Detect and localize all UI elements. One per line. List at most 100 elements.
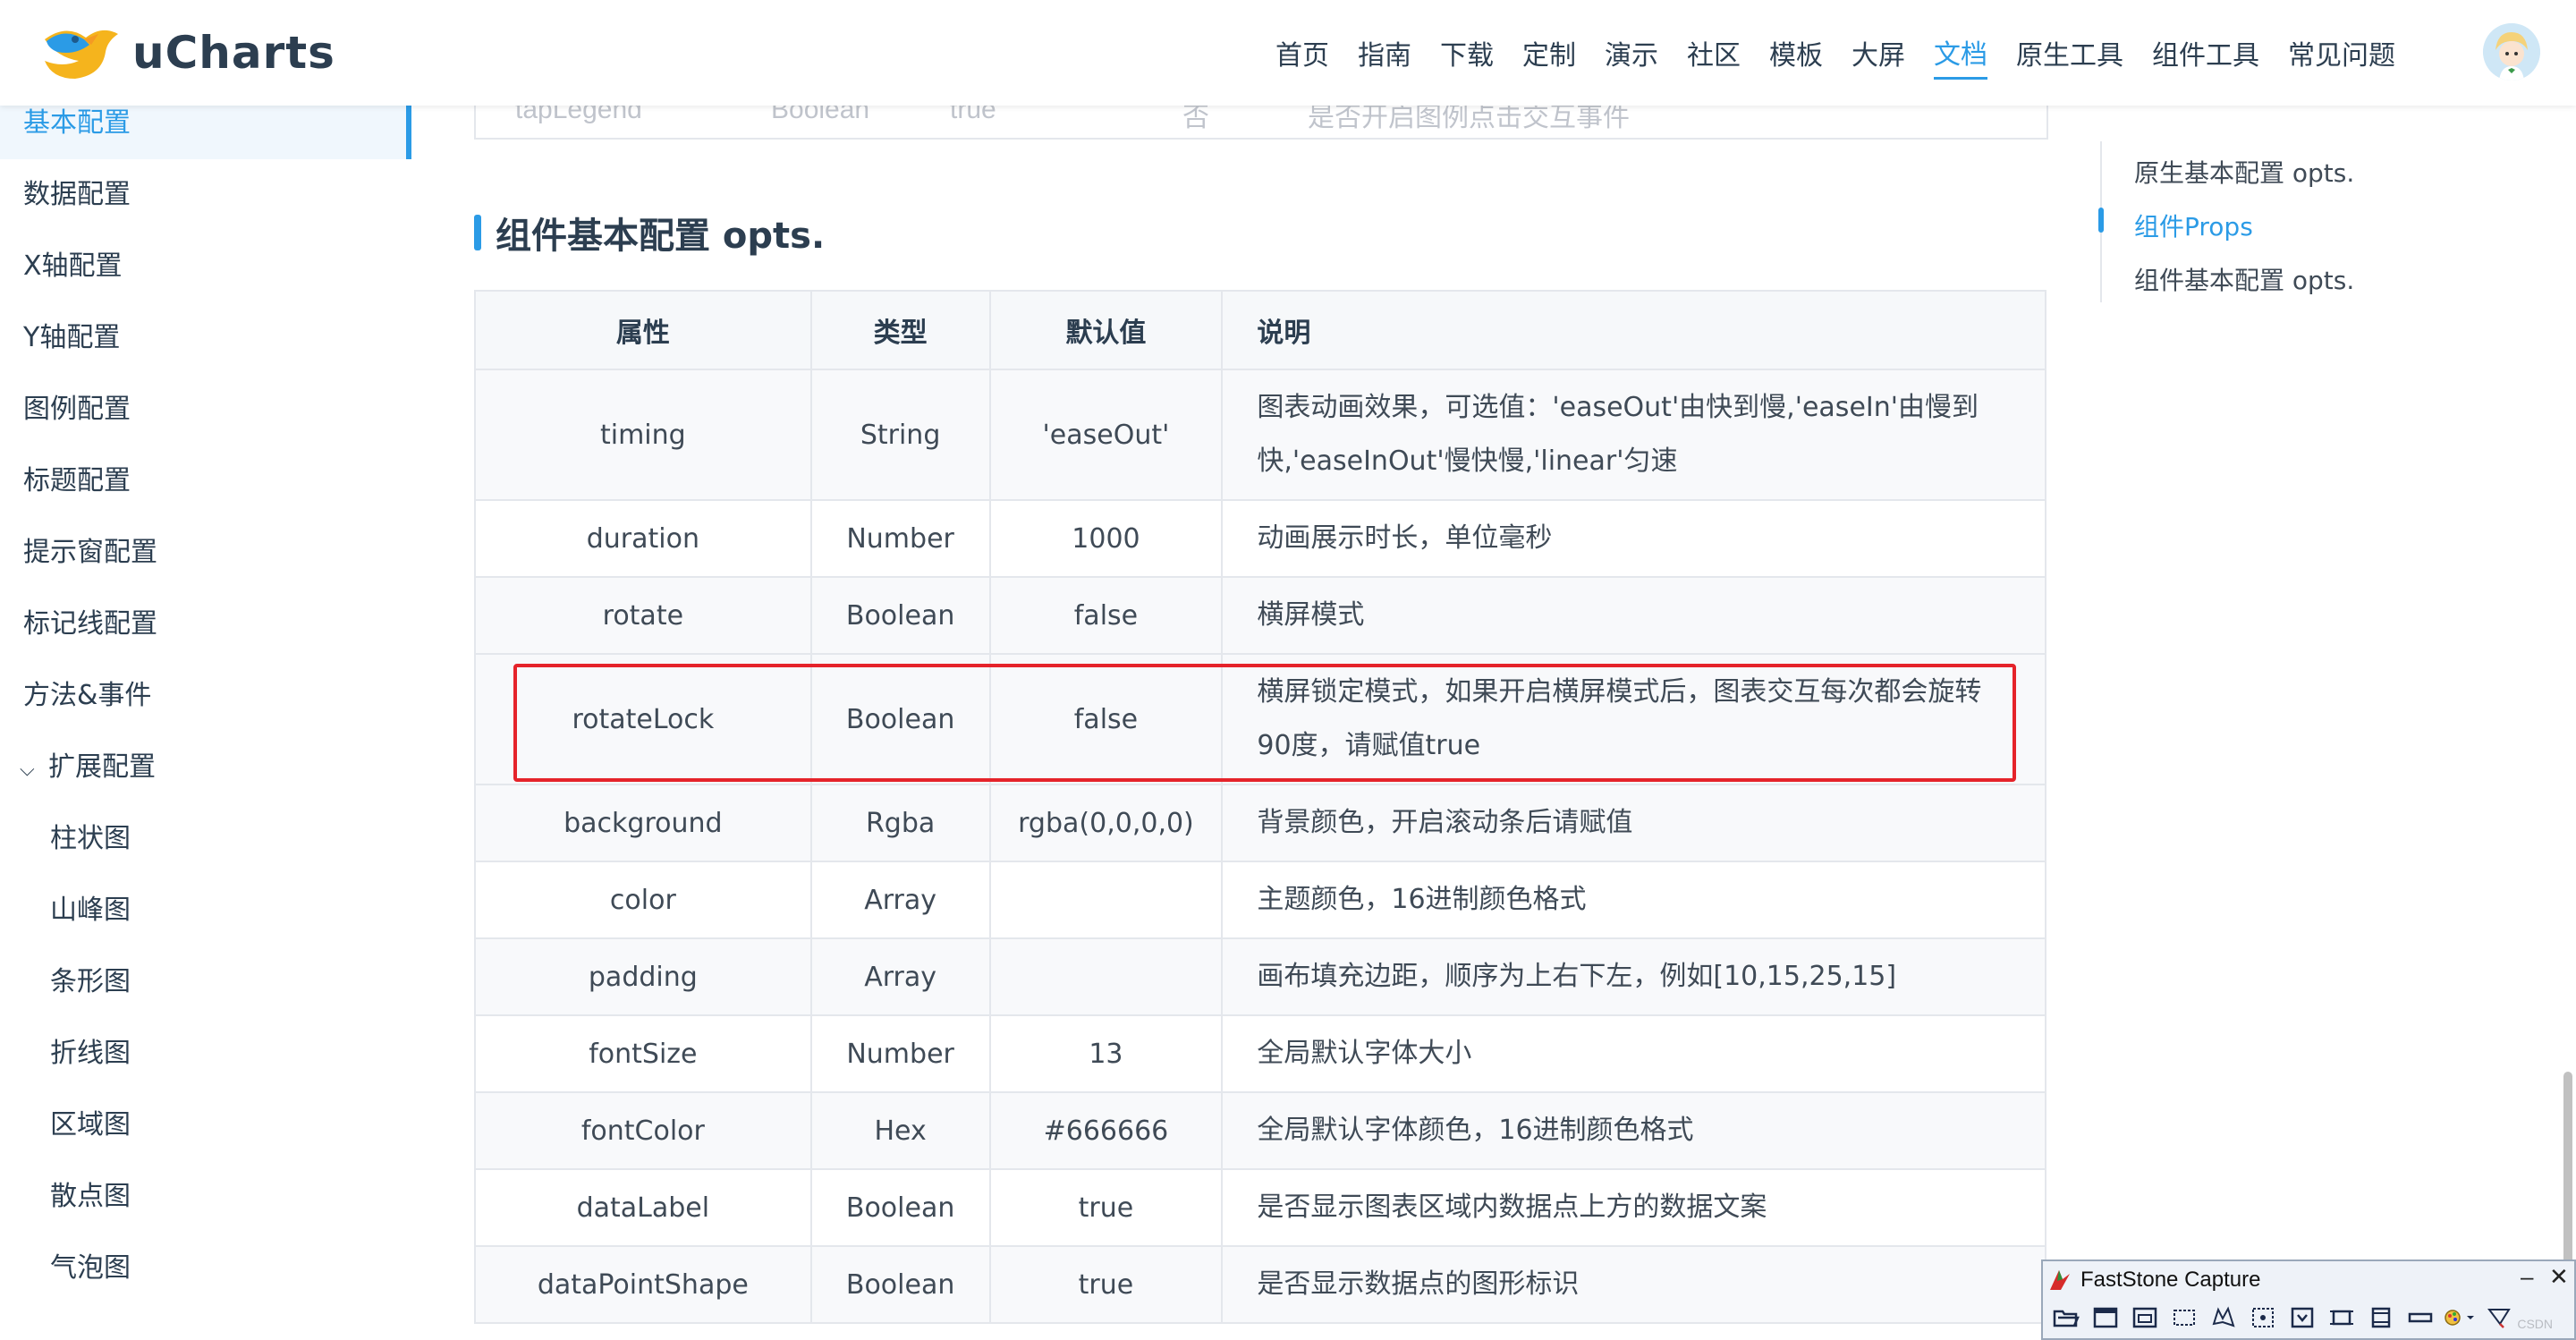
sidebar-item-label: X轴配置 — [23, 250, 123, 282]
page-scrollbar[interactable] — [2560, 106, 2576, 1340]
user-avatar[interactable] — [2483, 23, 2540, 81]
cell-default: 13 — [988, 1014, 1224, 1093]
toc-item[interactable]: 组件基本配置 opts. — [2134, 261, 2354, 297]
section-heading-text: 组件基本配置 opts. — [496, 216, 826, 257]
cell-type: Rgba — [809, 784, 991, 862]
heading-accent-bar — [474, 215, 481, 250]
sidebar-item[interactable]: 提示窗配置 — [0, 517, 411, 589]
table-row: color Array 主题颜色，16进制颜色格式 — [474, 861, 2046, 939]
sidebar-item[interactable]: 山峰图 — [0, 875, 411, 946]
cell-type: Number — [809, 499, 991, 578]
toc-active-indicator — [2098, 208, 2104, 233]
table-row: padding Array 画布填充边距，顺序为上右下左，例如[10,15,25,1… — [474, 937, 2046, 1016]
sidebar-item[interactable]: 基本配置 — [0, 106, 411, 159]
sidebar-item[interactable]: 方法&事件 — [0, 660, 411, 732]
sidebar-item[interactable]: 图例配置 — [0, 374, 411, 445]
cell-type: String — [809, 369, 991, 501]
sidebar-item[interactable]: Y轴配置 — [0, 302, 411, 374]
sidebar-item[interactable]: 标记线配置 — [0, 589, 411, 660]
cell-type: Array — [809, 937, 991, 1016]
cell-desc: 全局默认字体大小 — [1221, 1014, 2046, 1093]
video-capture-icon[interactable] — [2402, 1302, 2438, 1334]
nav-item-4[interactable]: 演示 — [1605, 28, 1658, 78]
sidebar-item-label: 标记线配置 — [23, 608, 157, 640]
sidebar-item[interactable]: 区域图 — [0, 1090, 411, 1161]
sidebar-item-label: 扩展配置 — [48, 751, 156, 783]
nav-item-2[interactable]: 下载 — [1440, 28, 1494, 78]
cell-attr: dataPointShape — [474, 1245, 812, 1324]
nav-item-5[interactable]: 社区 — [1687, 28, 1741, 78]
ucharts-logo[interactable]: uCharts — [39, 18, 335, 88]
cell-default — [988, 937, 1224, 1016]
header-default: 默认值 — [988, 290, 1224, 370]
capture-scrolling-icon[interactable] — [2284, 1302, 2320, 1334]
capture-object-icon[interactable] — [2127, 1302, 2163, 1334]
sidebar-item[interactable]: 折线图 — [0, 1018, 411, 1090]
cell-desc: 是否显示数据点的图形标识 — [1221, 1245, 2046, 1324]
capture-window-icon[interactable] — [2088, 1302, 2123, 1334]
sidebar-item[interactable]: 标题配置 — [0, 445, 411, 517]
main-content: tapLegend Boolean true 否 是否开启图例点击交互事件 组件… — [474, 106, 2048, 1340]
cell-attr: rotate — [474, 576, 812, 655]
nav-item-11[interactable]: 常见问题 — [2288, 28, 2395, 78]
table-row: rotate Boolean false 横屏模式 — [474, 576, 2046, 655]
capture-freehand-icon[interactable] — [2206, 1302, 2241, 1334]
settings-menu-icon[interactable] — [2481, 1302, 2517, 1334]
cell-attr: color — [474, 861, 812, 939]
capture-rectangle-icon[interactable] — [2166, 1302, 2202, 1334]
table-row: fontColor Hex #666666 全局默认字体颜色，16进制颜色格式 — [474, 1091, 2046, 1170]
nav-item-9[interactable]: 原生工具 — [2016, 28, 2123, 78]
cell-desc: 横屏锁定模式，如果开启横屏模式后，图表交互每次都会旋转90度，请赋值true — [1221, 653, 2046, 785]
opts-table: 属性 类型 默认值 说明 timing String'easeOut' 图表动画效果… — [474, 290, 2046, 1324]
close-icon[interactable]: ✕ — [2549, 1263, 2569, 1291]
cell-desc: 是否显示图表区域内数据点上方的数据文案 — [1221, 1168, 2046, 1247]
sidebar-item[interactable]: 散点图 — [0, 1161, 411, 1233]
capture-fixed-region-icon[interactable] — [2324, 1302, 2360, 1334]
table-row: fontSize Number 13 全局默认字体大小 — [474, 1014, 2046, 1093]
sidebar-item-label: 方法&事件 — [23, 680, 152, 711]
sidebar-item[interactable]: 柱状图 — [0, 803, 411, 875]
sidebar-item[interactable]: 条形图 — [0, 946, 411, 1018]
sidebar-item[interactable]: X轴配置 — [0, 231, 411, 302]
bird-logo-icon — [45, 30, 118, 79]
table-row: rotateLock Boolean false 横屏锁定模式，如果开启横屏模式后，图… — [474, 653, 2046, 785]
sidebar-item[interactable]: ⌵ 扩展配置 — [0, 732, 411, 803]
cell-type: Number — [809, 1014, 991, 1093]
table-row: background Rgba rgba(0,0,0,0) 背景颜色，开启滚动条后请赋… — [474, 784, 2046, 862]
screen-recorder-icon[interactable] — [2363, 1302, 2399, 1334]
cell-attr: padding — [474, 937, 812, 1016]
output-settings-icon[interactable] — [2442, 1302, 2478, 1334]
cell-attr: background — [474, 784, 812, 862]
sidebar-item[interactable]: 数据配置 — [0, 159, 411, 231]
docs-sidebar: 基本配置数据配置 X轴配置 Y轴配置图例配置 标题配置 提示窗配置标记线配置方法&事件 ⌵… — [0, 106, 411, 1340]
top-navbar: uCharts 首页 指南 下载 定制 演示 社区 模板 大屏 文档 原生工具 组件工具 常见问题 — [0, 0, 2576, 106]
open-file-icon[interactable] — [2048, 1302, 2084, 1334]
sidebar-item[interactable]: 气泡图 — [0, 1233, 411, 1304]
cell-type: Boolean — [809, 1168, 991, 1247]
cell-attr: duration — [474, 499, 812, 578]
nav-item-7[interactable]: 大屏 — [1852, 28, 1905, 78]
watermark-text: CSDN — [2517, 1317, 2553, 1331]
faststone-tools — [2048, 1301, 2521, 1335]
table-row: duration Number 1000 动画展示时长，单位毫秒 — [474, 499, 2046, 578]
nav-item-6[interactable]: 模板 — [1769, 28, 1823, 78]
sidebar-item-label: Y轴配置 — [23, 322, 121, 353]
sidebar-item-label: 数据配置 — [23, 179, 131, 210]
cell-desc: 图表动画效果，可选值：'easeOut'由快到慢,'easeIn'由慢到快,'e… — [1221, 369, 2046, 501]
minimize-icon[interactable]: – — [2521, 1263, 2533, 1291]
nav-item-1[interactable]: 指南 — [1358, 28, 1411, 78]
toc-item[interactable]: 组件Props — [2134, 208, 2253, 243]
nav-item-0[interactable]: 首页 — [1275, 28, 1329, 78]
cell-type: Boolean — [809, 1245, 991, 1324]
capture-fullscreen-icon[interactable] — [2245, 1302, 2281, 1334]
header-desc: 说明 — [1221, 290, 2046, 370]
cell-desc: 画布填充边距，顺序为上右下左，例如[10,15,25,15] — [1221, 937, 2046, 1016]
nav-item-3[interactable]: 定制 — [1522, 28, 1576, 78]
toc-item[interactable]: 原生基本配置 opts. — [2134, 154, 2354, 190]
faststone-title-bar: FastStone Capture — [2048, 1265, 2260, 1295]
nav-item-8[interactable]: 文档 — [1934, 27, 1987, 80]
nav-item-10[interactable]: 组件工具 — [2152, 28, 2259, 78]
header-type: 类型 — [809, 290, 991, 370]
faststone-title: FastStone Capture — [2080, 1268, 2261, 1292]
table-row: dataPointShape Boolean true 是否显示数据点的图形标识 — [474, 1245, 2046, 1324]
